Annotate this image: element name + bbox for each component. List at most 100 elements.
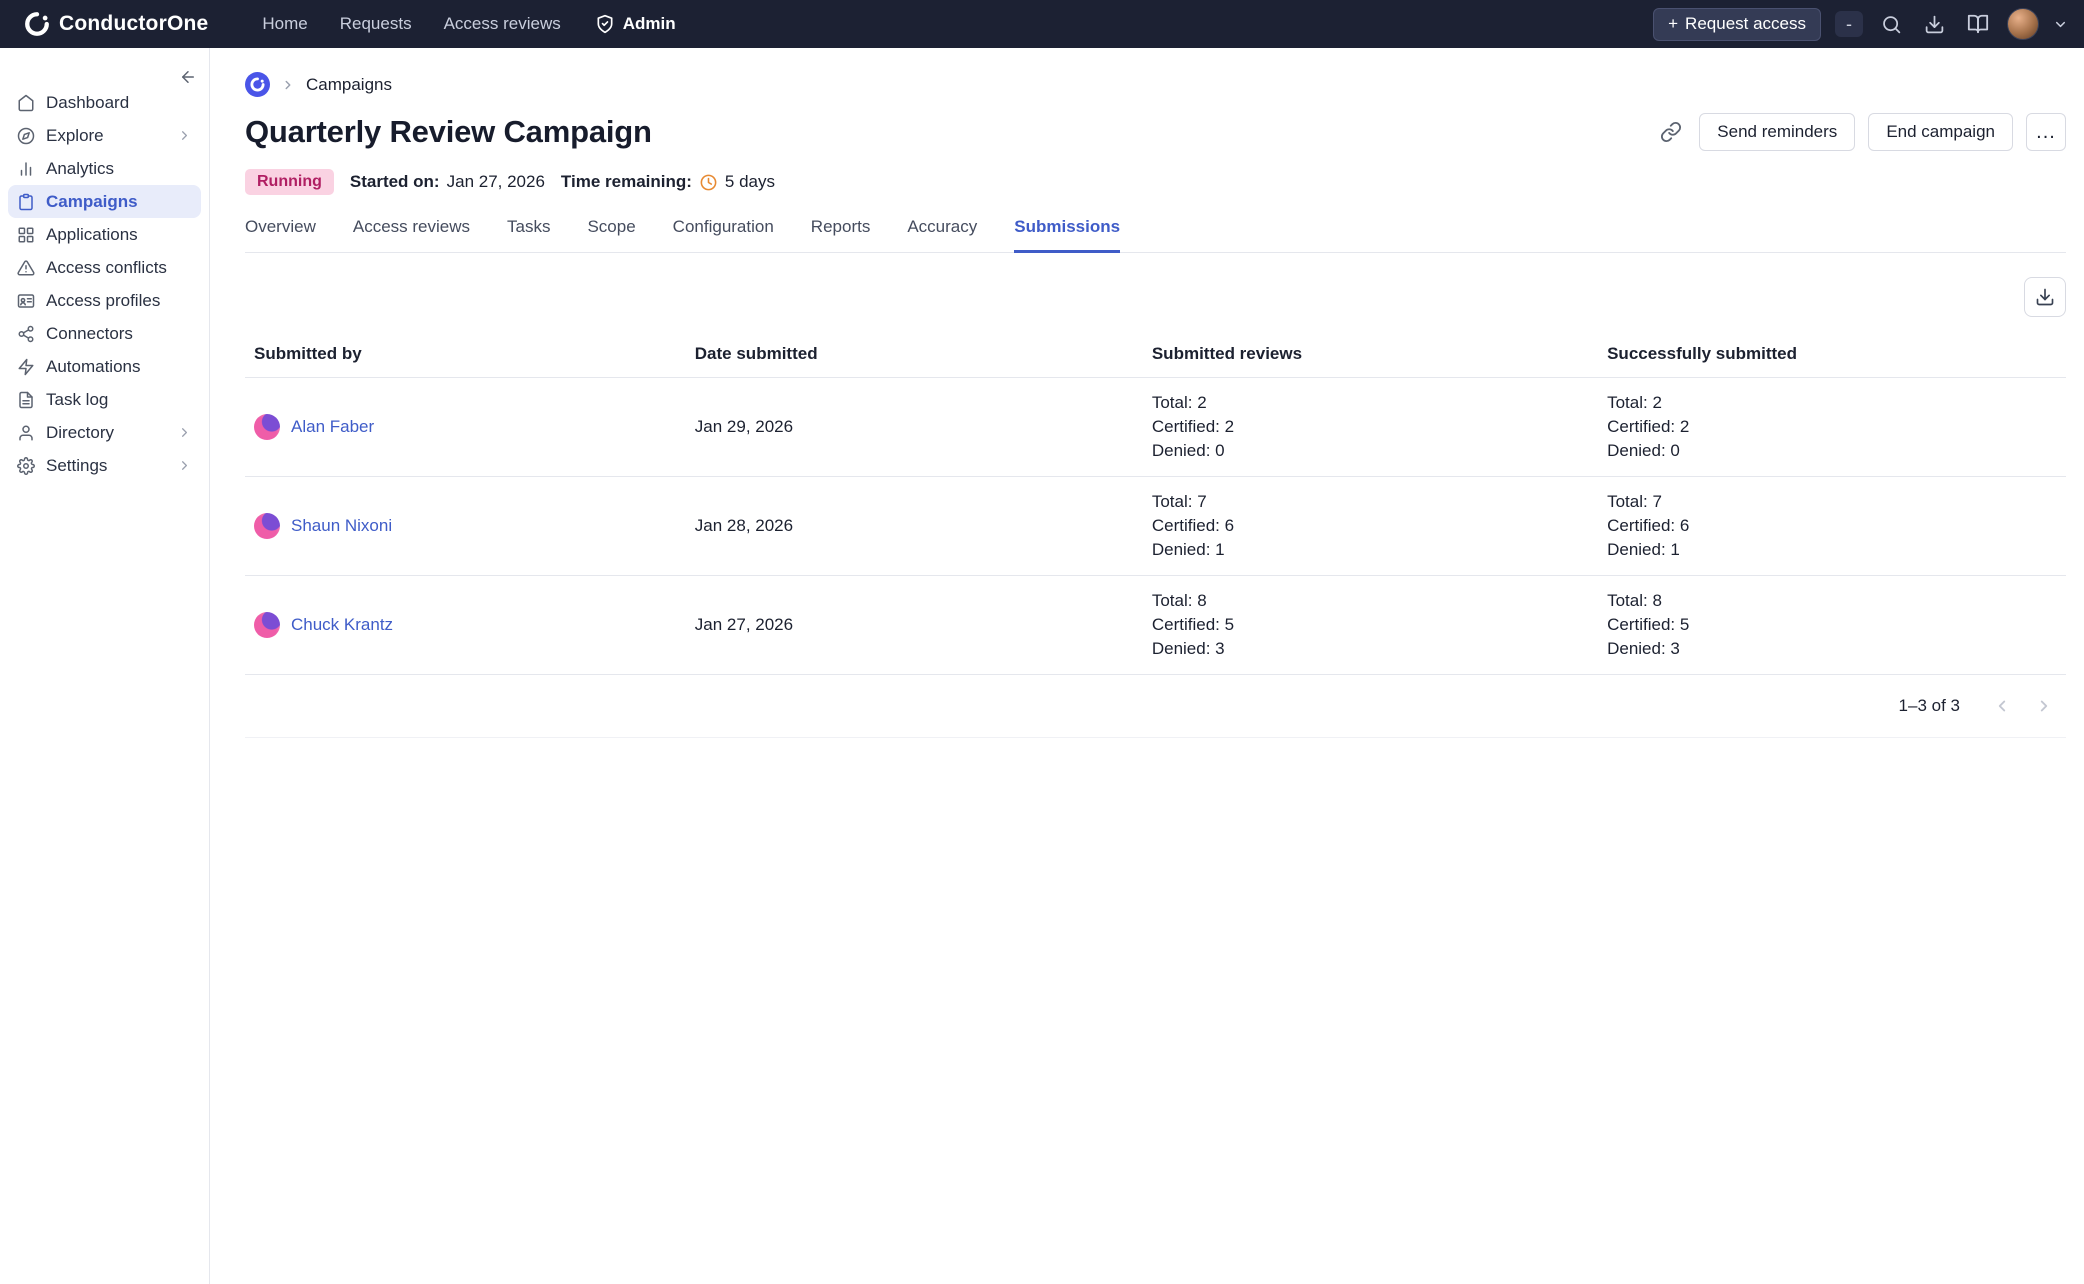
sidebar-menu: Dashboard Explore Analytics [0, 64, 209, 482]
submitted-by-cell: Alan Faber [245, 401, 695, 453]
export-table-button[interactable] [2024, 277, 2066, 317]
table-toolbar [245, 277, 2066, 317]
date-cell: Jan 28, 2026 [695, 503, 1152, 549]
dash-button[interactable]: - [1835, 11, 1863, 37]
sidebar-item-access-conflicts[interactable]: Access conflicts [8, 251, 201, 284]
avatar [254, 612, 280, 638]
user-link[interactable]: Alan Faber [291, 417, 374, 437]
nav-home[interactable]: Home [262, 14, 307, 34]
sidebar-item-campaigns[interactable]: Campaigns [8, 185, 201, 218]
successfully-submitted-cell: Total: 8 Certified: 5 Denied: 3 [1607, 576, 2066, 674]
shield-check-icon [595, 14, 615, 34]
column-submitted-by: Submitted by [245, 331, 695, 377]
pagination-range: 1–3 of 3 [1899, 696, 1960, 716]
tab-reports[interactable]: Reports [811, 217, 871, 253]
arrow-left-icon [179, 68, 197, 86]
sidebar-item-task-log[interactable]: Task log [8, 383, 201, 416]
brand-name: ConductorOne [59, 12, 208, 36]
sidebar-item-access-profiles[interactable]: Access profiles [8, 284, 201, 317]
copy-link-button[interactable] [1656, 117, 1686, 147]
topbar: ConductorOne Home Requests Access review… [0, 0, 2084, 48]
sidebar-item-applications[interactable]: Applications [8, 218, 201, 251]
submitted-reviews-cell: Total: 7 Certified: 6 Denied: 1 [1152, 477, 1607, 575]
brand-logo[interactable]: ConductorOne [24, 11, 208, 37]
docs-button[interactable] [1963, 9, 1993, 39]
time-remaining: Time remaining: 5 days [561, 172, 775, 192]
tab-configuration[interactable]: Configuration [673, 217, 774, 253]
download-tray-button[interactable] [1920, 10, 1949, 39]
breadcrumb: Campaigns [245, 72, 2066, 97]
chevron-right-icon [281, 78, 295, 92]
chevron-right-icon [2035, 697, 2053, 715]
book-open-icon [1967, 13, 1989, 35]
avatar [254, 414, 280, 440]
user-link[interactable]: Chuck Krantz [291, 615, 393, 635]
avatar [254, 513, 280, 539]
user-link[interactable]: Shaun Nixoni [291, 516, 392, 536]
end-campaign-button[interactable]: End campaign [1868, 113, 2013, 151]
table-header: Submitted by Date submitted Submitted re… [245, 331, 2066, 378]
sidebar-item-settings[interactable]: Settings [8, 449, 201, 482]
tab-tasks[interactable]: Tasks [507, 217, 550, 253]
conductorone-logo-icon [24, 11, 50, 37]
table-row: Chuck Krantz Jan 27, 2026 Total: 8 Certi… [245, 576, 2066, 675]
download-icon [2035, 287, 2055, 307]
admin-mode-chip[interactable]: Admin [595, 14, 676, 34]
nav-requests[interactable]: Requests [340, 14, 412, 34]
sidebar-item-dashboard[interactable]: Dashboard [8, 86, 201, 119]
chevron-left-icon [1993, 697, 2011, 715]
previous-page-button[interactable] [1986, 690, 2018, 722]
user-avatar[interactable] [2007, 8, 2039, 40]
submitted-reviews-cell: Total: 8 Certified: 5 Denied: 3 [1152, 576, 1607, 674]
download-icon [1924, 14, 1945, 35]
tab-submissions[interactable]: Submissions [1014, 217, 1120, 253]
topbar-actions: + Request access - [1653, 8, 2068, 41]
link-icon [1660, 121, 1682, 143]
file-text-icon [17, 391, 35, 409]
submitted-reviews-cell: Total: 2 Certified: 2 Denied: 0 [1152, 378, 1607, 476]
compass-icon [17, 127, 35, 145]
date-cell: Jan 27, 2026 [695, 602, 1152, 648]
clock-icon [699, 173, 718, 192]
chevron-down-icon[interactable] [2053, 17, 2068, 32]
breadcrumb-campaigns[interactable]: Campaigns [306, 75, 392, 95]
submitted-by-cell: Chuck Krantz [245, 599, 695, 651]
table-row: Shaun Nixoni Jan 28, 2026 Total: 7 Certi… [245, 477, 2066, 576]
grid-icon [17, 226, 35, 244]
conductorone-mark-icon [245, 72, 270, 97]
next-page-button[interactable] [2028, 690, 2060, 722]
request-access-button[interactable]: + Request access [1653, 8, 1821, 41]
send-reminders-button[interactable]: Send reminders [1699, 113, 1855, 151]
sidebar-collapse-button[interactable] [175, 64, 201, 90]
more-actions-button[interactable]: ... [2026, 113, 2066, 151]
tab-scope[interactable]: Scope [587, 217, 635, 253]
search-button[interactable] [1877, 10, 1906, 39]
campaign-status-row: Running Started on: Jan 27, 2026 Time re… [245, 169, 2066, 195]
top-navigation: Home Requests Access reviews [262, 14, 560, 34]
tab-overview[interactable]: Overview [245, 217, 316, 253]
column-date-submitted: Date submitted [695, 331, 1152, 377]
table-row: Alan Faber Jan 29, 2026 Total: 2 Certifi… [245, 378, 2066, 477]
submitted-by-cell: Shaun Nixoni [245, 500, 695, 552]
nav-access-reviews[interactable]: Access reviews [444, 14, 561, 34]
pagination: 1–3 of 3 [245, 675, 2066, 738]
started-on: Started on: Jan 27, 2026 [350, 172, 545, 192]
chevron-right-icon [177, 458, 192, 473]
sidebar-item-analytics[interactable]: Analytics [8, 152, 201, 185]
home-icon [17, 94, 35, 112]
id-card-icon [17, 292, 35, 310]
user-icon [17, 424, 35, 442]
zap-icon [17, 358, 35, 376]
sidebar: Dashboard Explore Analytics [0, 48, 210, 1284]
sidebar-item-automations[interactable]: Automations [8, 350, 201, 383]
chevron-right-icon [177, 128, 192, 143]
campaign-tabs: Overview Access reviews Tasks Scope Conf… [245, 217, 2066, 253]
sidebar-item-explore[interactable]: Explore [8, 119, 201, 152]
tab-access-reviews[interactable]: Access reviews [353, 217, 470, 253]
share-nodes-icon [17, 325, 35, 343]
sidebar-item-connectors[interactable]: Connectors [8, 317, 201, 350]
column-successfully-submitted: Successfully submitted [1607, 331, 2066, 377]
sidebar-item-directory[interactable]: Directory [8, 416, 201, 449]
admin-label: Admin [623, 14, 676, 34]
tab-accuracy[interactable]: Accuracy [907, 217, 977, 253]
